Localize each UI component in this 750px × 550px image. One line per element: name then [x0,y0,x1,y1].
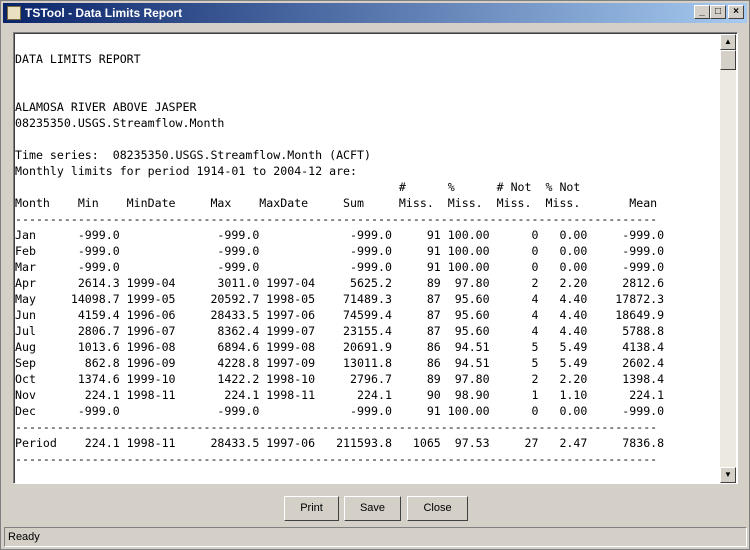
total-row: Period 224.1 1998-11 28433.5 1997-06 211… [15,436,665,450]
divider: ----------------------------------------… [15,452,658,466]
window-title: TSTool - Data Limits Report [25,6,183,20]
location-name: ALAMOSA RIVER ABOVE JASPER [15,100,197,114]
table-row: May 14098.7 1999-05 20592.7 1998-05 7148… [15,292,665,306]
period-line: Monthly limits for period 1914-01 to 200… [15,164,358,178]
title-bar: TSTool - Data Limits Report _ □ × [3,3,747,23]
scroll-down-icon[interactable]: ▼ [720,467,736,483]
table-row: Jun 4159.4 1996-06 28433.5 1997-06 74599… [15,308,665,322]
table-row: Aug 1013.6 1996-08 6894.6 1999-08 20691.… [15,340,665,354]
close-button[interactable]: Close [407,496,468,521]
table-row: Jan -999.0 -999.0 -999.0 91 100.00 0 0.0… [15,228,665,242]
table-row: Jul 2806.7 1996-07 8362.4 1999-07 23155.… [15,324,665,338]
status-bar: Ready [4,527,747,547]
minimize-button[interactable]: _ [694,5,710,19]
vertical-scrollbar[interactable]: ▲ ▼ [720,34,736,483]
table-row: Mar -999.0 -999.0 -999.0 91 100.00 0 0.0… [15,260,665,274]
scroll-up-icon[interactable]: ▲ [720,34,736,50]
ts-identifier: 08235350.USGS.Streamflow.Month [15,116,225,130]
table-header: Month Min MinDate Max MaxDate Sum Miss. … [15,196,658,210]
scroll-thumb[interactable] [720,50,736,70]
report-text-area[interactable]: DATA LIMITS REPORT ALAMOSA RIVER ABOVE J… [13,32,738,484]
table-header: # % # Not % Not [15,180,581,194]
divider: ----------------------------------------… [15,212,658,226]
table-row: Oct 1374.6 1999-10 1422.2 1998-10 2796.7… [15,372,665,386]
table-row: Sep 862.8 1996-09 4228.8 1997-09 13011.8… [15,356,665,370]
divider: ----------------------------------------… [15,420,658,434]
print-button[interactable]: Print [284,496,339,521]
table-row: Apr 2614.3 1999-04 3011.0 1997-04 5625.2… [15,276,665,290]
save-button[interactable]: Save [344,496,401,521]
report-title: DATA LIMITS REPORT [15,52,141,66]
table-row: Feb -999.0 -999.0 -999.0 91 100.00 0 0.0… [15,244,665,258]
timeseries-line: Time series: 08235350.USGS.Streamflow.Mo… [15,148,371,162]
table-row: Nov 224.1 1998-11 224.1 1998-11 224.1 90… [15,388,665,402]
report-text: DATA LIMITS REPORT ALAMOSA RIVER ABOVE J… [15,35,664,467]
table-row: Dec -999.0 -999.0 -999.0 91 100.00 0 0.0… [15,404,665,418]
app-icon [7,6,21,20]
close-window-button[interactable]: × [728,5,744,19]
maximize-button[interactable]: □ [710,5,726,19]
